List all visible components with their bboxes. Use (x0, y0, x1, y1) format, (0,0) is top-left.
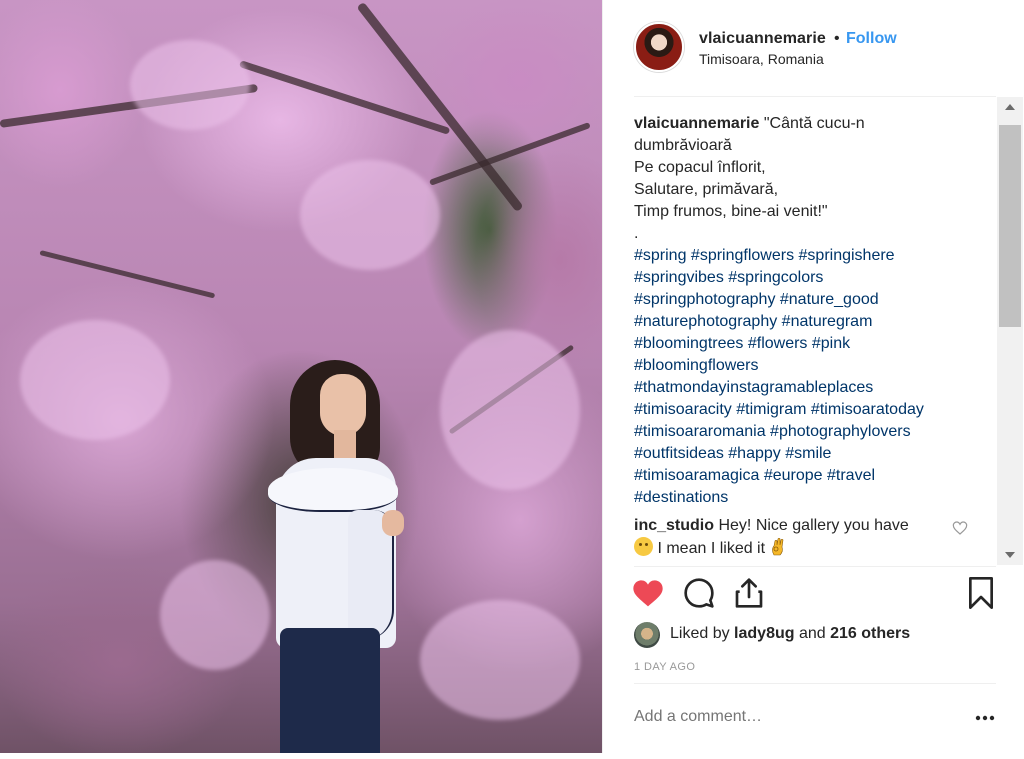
comments-scrollbar[interactable] (997, 97, 1023, 565)
comment-username[interactable]: inc_studio (634, 517, 714, 534)
blouse-ruffle (268, 468, 398, 512)
caption-line: . (634, 225, 639, 242)
caption-username[interactable]: vlaicuannemarie (634, 115, 759, 132)
blossom-cluster (160, 560, 270, 670)
hashtag-line[interactable]: #naturephotography #naturegram (634, 311, 994, 333)
blossom-cluster (420, 600, 580, 720)
bookmark-icon (968, 577, 993, 609)
jeans (280, 628, 380, 753)
add-comment-input[interactable] (634, 708, 954, 726)
hashtag-line[interactable]: #timisoaracity #timigram #timisoaratoday (634, 399, 994, 421)
share-button[interactable] (732, 576, 766, 610)
hashtag-line[interactable]: #timisoaramagica #europe #travel (634, 465, 994, 487)
post-side-panel: vlaicuannemarie • Follow Timisoara, Roma… (602, 0, 1024, 753)
ok-hand-emoji (771, 537, 783, 556)
scroll-thumb[interactable] (999, 125, 1021, 327)
blossom-cluster (20, 320, 170, 440)
caption-line: Timp frumos, bine-ai venit!" (634, 203, 828, 220)
actions-divider (634, 566, 996, 567)
blossom-cluster (130, 40, 250, 130)
like-button[interactable] (631, 576, 665, 610)
post-timestamp[interactable]: 1 DAY AGO (634, 661, 695, 673)
scroll-up-arrow-icon[interactable] (997, 97, 1023, 117)
comment-text: I mean I liked it (657, 540, 766, 557)
liker-avatar[interactable] (634, 622, 660, 648)
comment-box-divider (634, 683, 996, 684)
caption-line: "Cântă cucu-n (763, 115, 865, 132)
neck (334, 430, 356, 460)
small-heart-icon[interactable] (952, 520, 968, 536)
comment-text: Hey! Nice gallery you have (718, 517, 909, 534)
hashtag-line[interactable]: #timisoararomania #photographylovers (634, 421, 994, 443)
hashtag-line[interactable]: #outfitsideas #happy #smile (634, 443, 994, 465)
likes-summary: Liked by lady8ug and 216 others (670, 625, 910, 643)
likes-conj: and (798, 625, 826, 642)
scroll-down-arrow-icon[interactable] (997, 545, 1023, 565)
post-photo[interactable] (0, 0, 602, 753)
more-options-button[interactable] (973, 706, 997, 730)
caption: vlaicuannemarie "Cântă cucu-n dumbrăvioa… (634, 113, 994, 509)
caption-line: dumbrăvioară (634, 137, 732, 154)
hashtag-line[interactable]: #bloomingflowers (634, 355, 994, 377)
comment-button[interactable] (682, 576, 716, 610)
heart-icon (633, 580, 663, 607)
caption-line: Pe copacul înflorit, (634, 159, 766, 176)
tree-branch (39, 250, 216, 299)
blossom-cluster (300, 160, 440, 270)
smiley-emoji (634, 537, 653, 556)
likes-others-link[interactable]: 216 others (830, 625, 910, 642)
hashtag-line[interactable]: #thatmondayinstagramableplaces (634, 377, 994, 399)
face (320, 374, 366, 436)
hashtag-line[interactable]: #bloomingtrees #flowers #pink (634, 333, 994, 355)
action-bar (603, 570, 1024, 620)
liker-username[interactable]: lady8ug (734, 625, 794, 642)
comment-icon (684, 578, 714, 608)
author-username[interactable]: vlaicuannemarie (699, 30, 826, 48)
hashtag-line[interactable]: #destinations (634, 487, 994, 509)
hand (382, 510, 404, 536)
header-divider (634, 96, 996, 97)
hashtag-line[interactable]: #springphotography #nature_good (634, 289, 994, 311)
post-location[interactable]: Timisoara, Romania (699, 51, 824, 67)
share-icon (735, 578, 763, 608)
save-button[interactable] (964, 576, 998, 610)
hashtag-line[interactable]: #spring #springflowers #springishere (634, 245, 994, 267)
blossom-cluster (440, 330, 580, 490)
post-header: vlaicuannemarie • Follow Timisoara, Roma… (603, 0, 1024, 96)
more-icon (975, 715, 995, 721)
likes-prefix: Liked by (670, 625, 730, 642)
follow-button[interactable]: Follow (846, 30, 897, 48)
author-avatar[interactable] (634, 22, 684, 72)
caption-line: Salutare, primăvară, (634, 181, 779, 198)
woman-figure (268, 360, 408, 753)
comment-item: inc_studio Hey! Nice gallery you have I … (634, 515, 994, 560)
comments-list[interactable]: vlaicuannemarie "Cântă cucu-n dumbrăvioa… (634, 113, 994, 565)
separator-dot: • (834, 30, 840, 47)
hashtag-line[interactable]: #springvibes #springcolors (634, 267, 994, 289)
